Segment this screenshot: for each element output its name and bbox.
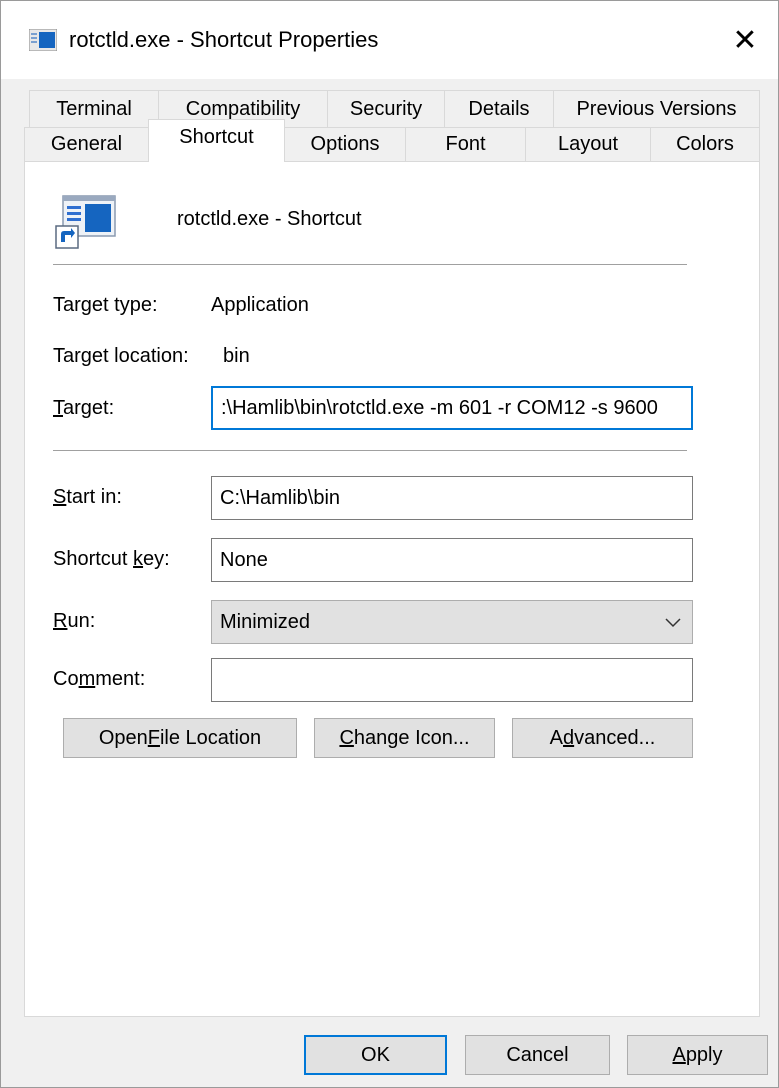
tab-label: Terminal — [56, 97, 132, 120]
start-in-input[interactable]: C:\Hamlib\bin — [211, 476, 693, 520]
ok-button[interactable]: OK — [304, 1035, 447, 1075]
tab-label: Layout — [557, 133, 619, 155]
close-icon: ✕ — [732, 23, 758, 57]
target-type-label: Target type: — [53, 294, 158, 316]
tab-label: Compatibility — [185, 97, 301, 120]
tab-details[interactable]: Details — [444, 90, 554, 128]
tab-colors[interactable]: Colors — [650, 127, 760, 162]
advanced-button[interactable]: Ad vanced... — [512, 718, 693, 758]
tab-layout[interactable]: Layout — [525, 127, 651, 162]
target-input[interactable]: :\Hamlib\bin\rotctld.exe -m 601 -r COM12… — [211, 386, 693, 430]
tab-label: Security — [349, 97, 423, 120]
tab-shortcut[interactable]: Shortcut — [148, 119, 285, 162]
divider-top — [53, 264, 687, 265]
window-title: rotctld.exe - Shortcut Properties — [69, 27, 379, 52]
run-label: Run: — [53, 610, 96, 632]
shortcut-panel: rotctld.exe - Shortcut Target type: Appl… — [24, 161, 760, 1017]
tab-terminal[interactable]: Terminal — [29, 90, 159, 128]
target-type-value: Application — [211, 294, 309, 316]
tab-label: General — [50, 133, 123, 155]
tab-label: Options — [310, 133, 380, 155]
run-select[interactable]: Minimized — [211, 600, 693, 644]
tab-general[interactable]: General — [24, 127, 149, 162]
open-file-location-button[interactable]: Open File Location — [63, 718, 297, 758]
change-icon-button[interactable]: Change Icon... — [314, 718, 495, 758]
shortcut-properties-icon — [29, 29, 57, 51]
apply-button[interactable]: Apply — [627, 1035, 768, 1075]
tab-options[interactable]: Options — [284, 127, 406, 162]
cancel-button[interactable]: Cancel — [465, 1035, 610, 1075]
tab-font[interactable]: Font — [405, 127, 526, 162]
close-button[interactable]: ✕ — [712, 1, 778, 79]
shortcut-key-input[interactable]: None — [211, 538, 693, 582]
comment-input[interactable] — [211, 658, 693, 702]
run-select-value: Minimized — [220, 611, 311, 633]
divider-middle — [53, 450, 687, 451]
tab-label: Font — [445, 133, 486, 155]
properties-window: rotctld.exe - Shortcut Properties ✕ Term… — [0, 0, 779, 1088]
comment-label: Comment: — [53, 668, 146, 690]
tab-previous-versions[interactable]: Previous Versions — [553, 90, 760, 128]
title-bar: rotctld.exe - Shortcut Properties ✕ — [1, 1, 778, 79]
tab-label: Details — [468, 97, 530, 120]
target-label: Target: — [53, 397, 115, 419]
chevron-down-icon — [665, 618, 681, 628]
target-location-label: Target location: — [53, 345, 189, 367]
target-location-value: bin — [223, 345, 250, 367]
shortcut-key-label: Shortcut key: — [53, 548, 170, 570]
shortcut-name: rotctld.exe - Shortcut — [177, 208, 362, 230]
tab-label: Shortcut — [179, 126, 254, 148]
application-shortcut-icon — [55, 195, 116, 249]
tab-security[interactable]: Security — [327, 90, 445, 128]
tab-label: Colors — [676, 133, 734, 155]
tab-label: Previous Versions — [576, 97, 737, 120]
start-in-label: Start in: — [53, 486, 122, 508]
